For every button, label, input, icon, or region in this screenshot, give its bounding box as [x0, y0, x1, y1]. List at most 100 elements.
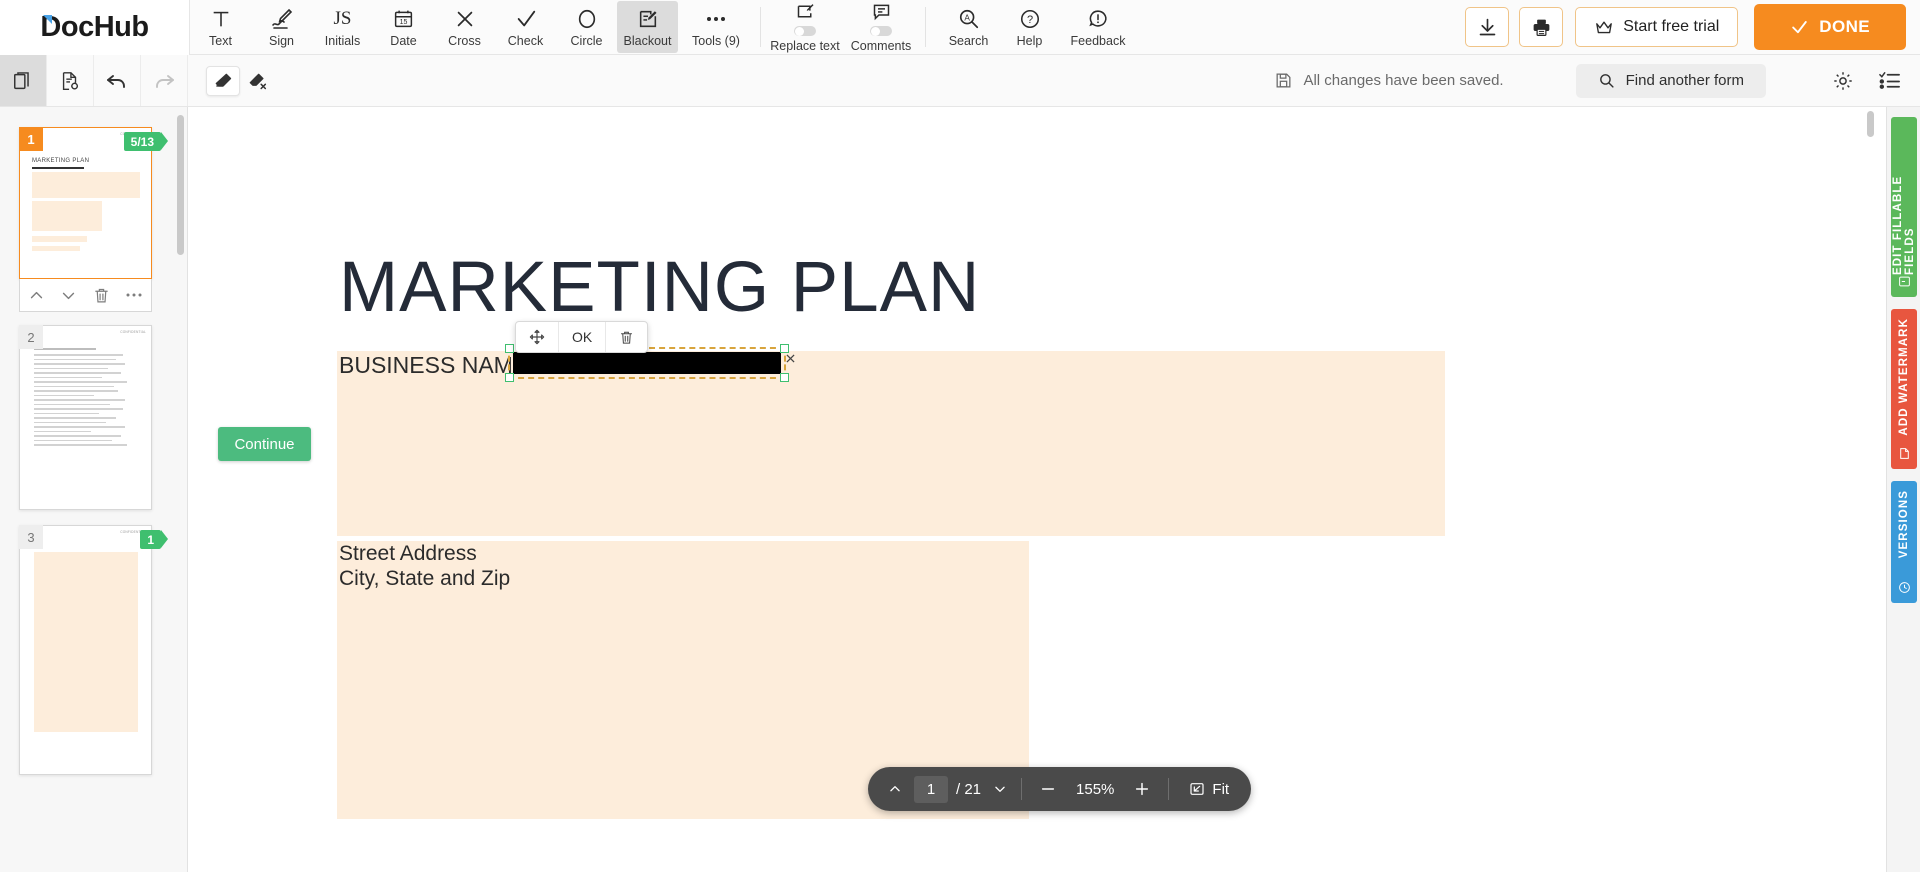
eraser-x-icon — [247, 71, 267, 91]
download-button[interactable] — [1465, 7, 1510, 47]
continue-button[interactable]: Continue — [218, 427, 311, 461]
start-free-trial-button[interactable]: Start free trial — [1575, 7, 1739, 47]
tool-more-tools[interactable]: Tools (9) — [678, 1, 754, 53]
rail-tab-versions[interactable]: VERSIONS — [1891, 481, 1917, 603]
document-canvas[interactable]: MARKETING PLAN BUSINESS NAME Street Addr… — [188, 107, 1528, 872]
canvas-vertical-scrollbar[interactable] — [1867, 111, 1874, 137]
search-icon — [1598, 72, 1615, 89]
logo-fold-icon — [43, 14, 53, 24]
done-button[interactable]: DONE — [1754, 4, 1906, 50]
replace-text-icon — [795, 1, 816, 22]
address-text: Street Address City, State and Zip — [339, 541, 510, 591]
pages-icon — [12, 70, 34, 92]
address-line-1: Street Address — [339, 542, 477, 565]
thumbnail-3-number: 3 — [19, 525, 43, 549]
toggle-comments[interactable]: Comments — [843, 1, 919, 53]
thumbnail-scrollbar[interactable] — [177, 115, 184, 255]
svg-text:A: A — [964, 13, 970, 22]
resize-handle-top-left[interactable] — [505, 344, 514, 353]
zoombar-divider-2 — [1168, 778, 1170, 800]
eraser-button[interactable] — [206, 65, 240, 96]
checklist-icon — [1878, 69, 1901, 92]
move-page-down-button[interactable] — [60, 287, 77, 304]
page-thumbnail-1[interactable]: CONFIDENTIAL MARKETING PLAN 1 5/13 — [19, 127, 169, 279]
done-label: DONE — [1819, 17, 1870, 36]
thumbnail-2-number: 2 — [19, 325, 43, 349]
tool-feedback[interactable]: Feedback — [1060, 1, 1136, 53]
pages-panel-button[interactable] — [0, 55, 47, 106]
redo-button[interactable] — [141, 55, 188, 106]
app-logo[interactable]: DocHub — [0, 0, 190, 55]
rail-tab-edit-fillable-fields[interactable]: EDIT FILLABLE FIELDS — [1891, 117, 1917, 297]
tool-sign[interactable]: Sign — [251, 1, 312, 53]
annotation-move-button[interactable] — [516, 322, 559, 352]
current-page-input[interactable] — [914, 775, 948, 803]
find-another-form-button[interactable]: Find another form — [1575, 63, 1766, 98]
zoom-level-label: 155% — [1076, 780, 1115, 798]
thumbnail-2-preview: CONFIDENTIAL — [20, 326, 151, 509]
thumbnail-1-block-c — [32, 236, 87, 242]
done-check-icon — [1790, 18, 1809, 37]
undo-button[interactable] — [94, 55, 141, 106]
annotation-ok-button[interactable]: OK — [559, 322, 607, 352]
annotation-popup-toolbar[interactable]: OK — [515, 321, 649, 353]
blackout-annotation[interactable] — [505, 344, 795, 382]
resize-handle-top-right[interactable] — [780, 344, 789, 353]
tool-check[interactable]: Check — [495, 1, 556, 53]
tool-search[interactable]: A Search — [938, 1, 999, 53]
tool-cross[interactable]: Cross — [434, 1, 495, 53]
move-page-up-button[interactable] — [28, 287, 45, 304]
eraser-clear-all-button[interactable] — [240, 66, 274, 96]
fit-button[interactable]: Fit — [1179, 781, 1239, 798]
replace-text-toggle[interactable] — [794, 26, 816, 36]
rail-tab-add-watermark[interactable]: ADD WATERMARK — [1891, 309, 1917, 469]
dochub-editor: DocHub Text Sign JS Initials 15 Date Cro… — [0, 0, 1920, 872]
annotation-tools: Text Sign JS Initials 15 Date Cross Chec… — [190, 0, 1136, 55]
redo-icon — [152, 69, 176, 93]
logo-text-wrap: DocHub — [40, 11, 149, 44]
rail-tab-versions-label: VERSIONS — [1898, 490, 1910, 559]
thumbnail-1-rule — [32, 167, 84, 169]
page-more-options-button[interactable] — [125, 291, 143, 299]
gear-icon — [1832, 70, 1854, 92]
document-settings-button[interactable] — [47, 55, 94, 106]
thumbnail-3-preview: CONFIDENTIAL — [20, 526, 151, 774]
initials-js-icon: JS — [333, 7, 352, 29]
cross-icon — [454, 7, 476, 31]
zoom-control-bar[interactable]: / 21 155% Fit — [868, 767, 1252, 811]
toggle-replace-text[interactable]: Replace text — [767, 1, 843, 53]
tool-date[interactable]: 15 Date — [373, 1, 434, 53]
top-toolbar: DocHub Text Sign JS Initials 15 Date Cro… — [0, 0, 1920, 55]
rail-tab-edit-fillable-fields-label: EDIT FILLABLE FIELDS — [1892, 175, 1916, 275]
tool-text[interactable]: Text — [190, 1, 251, 53]
comments-toggle[interactable] — [870, 26, 892, 36]
fit-screen-icon — [1189, 781, 1205, 797]
tool-circle[interactable]: Circle — [556, 1, 617, 53]
print-button[interactable] — [1519, 7, 1564, 47]
tool-blackout[interactable]: Blackout — [617, 1, 678, 53]
resize-handle-bottom-left[interactable] — [505, 373, 514, 382]
search-a-icon: A — [958, 7, 980, 31]
zoom-out-button[interactable] — [1032, 774, 1064, 804]
settings-button[interactable] — [1820, 55, 1866, 106]
zoom-in-button[interactable] — [1126, 774, 1158, 804]
page-dropdown-button[interactable] — [989, 774, 1011, 804]
annotation-close-icon[interactable] — [786, 354, 795, 363]
tool-initials[interactable]: JS Initials — [312, 1, 373, 53]
tool-text-label: Text — [209, 33, 232, 48]
total-pages-label: / 21 — [956, 780, 982, 798]
clock-history-icon — [1898, 581, 1911, 594]
annotation-delete-button[interactable] — [606, 322, 647, 352]
tool-help[interactable]: ? Help — [999, 1, 1060, 53]
fit-label: Fit — [1212, 780, 1230, 798]
resize-handle-bottom-right[interactable] — [780, 373, 789, 382]
document-page: MARKETING PLAN BUSINESS NAME Street Addr… — [208, 107, 1528, 872]
checklist-menu-button[interactable] — [1866, 55, 1912, 106]
comment-icon — [871, 1, 892, 22]
page-thumbnail-3[interactable]: CONFIDENTIAL 3 1 — [19, 525, 168, 775]
delete-page-button[interactable] — [93, 287, 110, 304]
page-thumbnail-2[interactable]: CONFIDENTIAL 2 — [19, 325, 152, 510]
collapse-toolbar-button[interactable] — [880, 774, 910, 804]
tool-more-tools-label: Tools (9) — [692, 33, 740, 48]
page-thumbnail-panel[interactable]: CONFIDENTIAL MARKETING PLAN 1 5/13 — [0, 107, 188, 872]
